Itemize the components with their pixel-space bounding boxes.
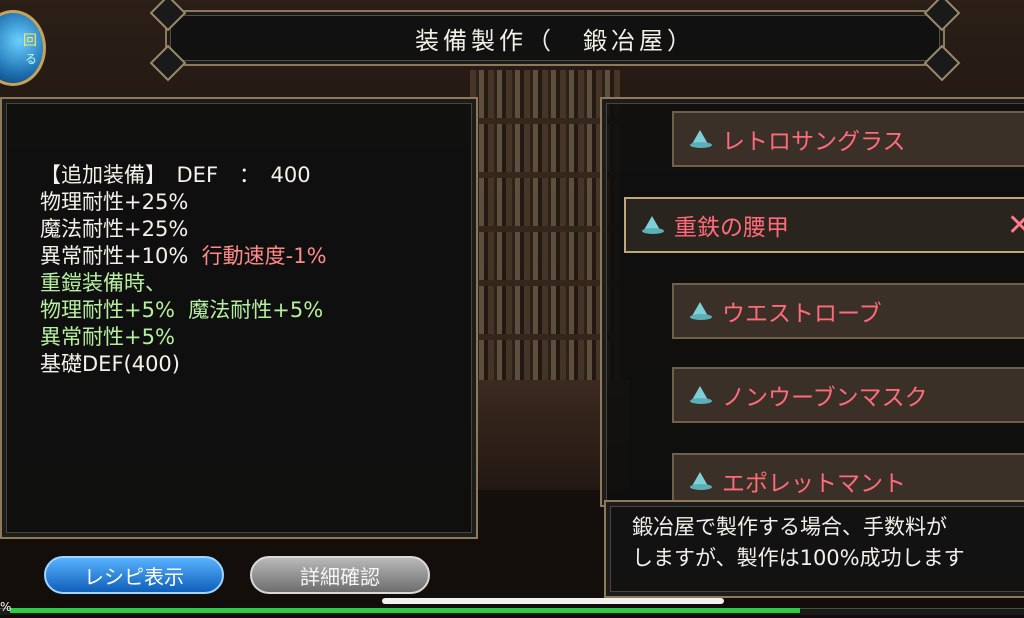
detail-button[interactable]: 詳細確認 [250, 556, 430, 594]
bonus-row: 異常耐性+5% [40, 325, 175, 349]
item-name: 重鉄の腰甲 [674, 215, 789, 241]
home-indicator[interactable] [382, 598, 724, 604]
wizard-hat-icon [690, 472, 712, 490]
progress-text: % [0, 600, 12, 614]
corner-ornament-icon [923, 0, 961, 32]
penalty-text: 行動速度-1% [201, 244, 327, 268]
list-item[interactable]: ウエストローブ [672, 283, 1024, 339]
message-line: しますが、製作は100%成功します [632, 546, 965, 570]
list-item[interactable]: エポレットマント [672, 453, 1024, 505]
stat-row: 異常耐性+10% 行動速度-1% [40, 244, 327, 268]
wizard-hat-icon [690, 386, 712, 404]
base-def: 基礎DEF(400) [40, 352, 180, 376]
title-bar: 装備製作（ 鍛冶屋） [149, 0, 961, 82]
bonus-row: 物理耐性+5% 魔法耐性+5% [40, 298, 324, 322]
bonus-row: 重鎧装備時、 [40, 271, 166, 295]
wizard-hat-icon [690, 302, 712, 320]
corner-ornament-icon [149, 0, 187, 32]
corner-ornament-icon [149, 44, 187, 82]
recipe-button[interactable]: レシピ表示 [44, 556, 224, 594]
item-name: ノンウーブンマスク [722, 385, 928, 411]
item-name: エポレットマント [722, 471, 906, 497]
page-title: 装備製作（ 鍛冶屋） [415, 26, 695, 55]
message-box: 鍛冶屋で製作する場合、手数料が しますが、製作は100%成功します [604, 500, 1024, 598]
item-name: レトロサングラス [722, 129, 906, 155]
list-item[interactable]: レトロサングラス [672, 111, 1024, 167]
item-name: ウエストローブ [722, 301, 882, 327]
stat-row: 魔法耐性+25% [40, 217, 189, 241]
list-item[interactable]: ノンウーブンマスク [672, 367, 1024, 423]
badge-line1: 回 [23, 32, 37, 49]
progress-bar [10, 608, 800, 613]
stats-text: 【追加装備】 DEF ： 400 物理耐性+25% 魔法耐性+25% 異常耐性+… [40, 162, 327, 378]
list-item-selected[interactable]: 重鉄の腰甲 ✕ [624, 197, 1024, 253]
item-list-panel: レトロサングラス 重鉄の腰甲 ✕ ウエストローブ ノンウーブンマスク エポレット… [600, 97, 1024, 507]
corner-ornament-icon [923, 44, 961, 82]
equipment-stats-panel: 【追加装備】 DEF ： 400 物理耐性+25% 魔法耐性+25% 異常耐性+… [0, 97, 478, 539]
wizard-hat-icon [690, 130, 712, 148]
wizard-hat-icon [642, 216, 664, 234]
close-icon[interactable]: ✕ [1007, 208, 1024, 243]
stat-row: 【追加装備】 DEF ： 400 [40, 163, 311, 187]
return-badge-button[interactable]: 回 る [0, 10, 46, 86]
stat-row: 物理耐性+25% [40, 190, 189, 214]
message-line: 鍛冶屋で製作する場合、手数料が [632, 515, 947, 539]
badge-line2: る [24, 51, 37, 66]
